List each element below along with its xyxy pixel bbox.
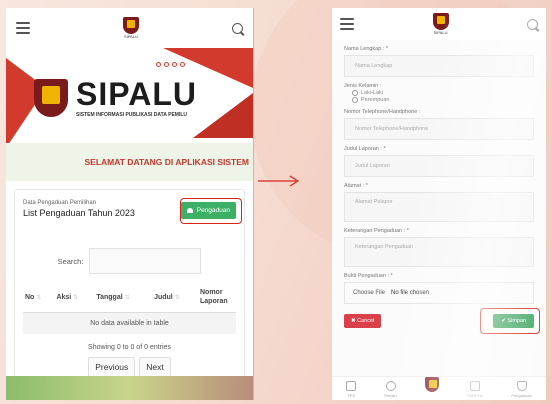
menu-icon[interactable] [16,22,30,34]
pagination: Previous Next [23,357,236,377]
box-icon [346,381,357,391]
description-textarea[interactable]: Keterangan Pengaduan [344,237,534,267]
shield-logo-icon [123,17,139,34]
col-nomor-laporan[interactable]: Nomor Laporan [198,282,236,313]
table-row: No data available in table [23,312,236,334]
search-icon[interactable] [527,18,538,30]
table-header-row: No ⇅ Aksi ⇅ Tanggal ⇅ Judul ⇅ Nomor Laporan [23,282,236,313]
address-label: Alamat : * [344,183,368,189]
col-tanggal[interactable]: Tanggal ⇅ [94,282,153,313]
evidence-label: Bukti Pengaduan : * [344,273,393,279]
building-icon [470,381,481,391]
highlight-box [180,198,242,224]
report-title-input[interactable]: Judul Laporan [344,155,534,177]
decor-dots [156,62,185,67]
name-input[interactable]: Nama Lengkap [344,55,534,77]
complaint-table: No ⇅ Aksi ⇅ Tanggal ⇅ Judul ⇅ Nomor Laporan … [23,282,236,334]
report-title-label: Judul Laporan : * [344,146,386,152]
shield-logo-icon [432,13,449,30]
shield-icon [34,79,68,117]
nav-item-tps[interactable]: TPS [346,381,357,398]
nav-item-pemilu[interactable]: Pemilu [384,381,397,398]
previous-button[interactable]: Previous [88,357,136,377]
phone-screen-form: SIPALU Nama Lengkap : * Nama Lengkap Jen… [332,8,546,400]
welcome-banner: SELAMAT DATANG DI APLIKASI SISTEM [6,143,253,181]
description-label: Keterangan Pengaduan : * [344,228,409,234]
file-status: No file chosen [391,290,430,296]
table-info: Showing 0 to 0 of 0 entries [88,344,171,351]
welcome-text: SELAMAT DATANG DI APLIKASI SISTEM [84,157,250,167]
top-bar: SIPALU [332,8,546,40]
empty-table-message: No data available in table [23,312,236,334]
logo-text: SIPALU [433,30,448,35]
evidence-file-input[interactable]: Choose File No file chosen [344,282,534,304]
gender-label: Jenis Kelamin : [344,83,382,89]
phone-screen-list: SIPALU SIPALU SISTEM INFORMASI PUBLIKASI… [6,8,254,400]
phone-label: Nomor Telephone/Handphone : [344,109,421,115]
brand-title: SIPALU [76,76,197,112]
table-search: Search: [23,248,236,274]
logo-text: SIPALU [124,34,138,39]
nav-item-parpol[interactable]: PARPOL [467,381,483,398]
top-bar: SIPALU [6,8,253,48]
table-search-input[interactable] [89,248,202,274]
complaint-form: Nama Lengkap : * Nama Lengkap Jenis Kela… [332,46,546,334]
gender-radio-female[interactable]: Perempuan [352,97,534,103]
app-logo: SIPALU [123,17,139,39]
brand-logo: SIPALU SISTEM INFORMASI PUBLIKASI DATA P… [34,78,197,118]
menu-icon[interactable] [340,18,354,30]
complaint-list-card: Data Pengaduan Pemilihan List Pengaduan … [14,189,245,379]
highlight-box [480,308,540,334]
search-label: Search: [57,256,84,266]
app-logo: SIPALU [432,13,449,35]
hero-banner: SIPALU SISTEM INFORMASI PUBLIKASI DATA P… [6,48,253,143]
gender-radio-male[interactable]: Laki-Laki [352,90,534,96]
phone-input[interactable]: Nomor Telephone/Handphone [344,118,534,140]
name-label: Nama Lengkap : * [344,46,389,52]
search-icon[interactable] [232,22,243,34]
user-icon [385,381,396,391]
form-actions: ✖ Cancel ✔ Simpan [344,308,540,334]
col-no[interactable]: No ⇅ [23,282,55,313]
nav-item-pengaduan[interactable]: Pengaduan [511,381,532,398]
col-aksi[interactable]: Aksi ⇅ [54,282,95,313]
shield-icon [516,381,527,391]
choose-file-button[interactable]: Choose File [353,290,385,296]
arrow-right-icon [258,175,300,187]
col-judul[interactable]: Judul ⇅ [152,282,198,313]
bottom-nav: TPS Pemilu PARPOL Pengaduan [332,376,546,400]
cancel-button[interactable]: ✖ Cancel [344,314,382,328]
footer-image [6,376,253,400]
shield-logo-icon [424,377,439,392]
next-button[interactable]: Next [139,357,171,377]
brand-subtitle: SISTEM INFORMASI PUBLIKASI DATA PEMILU [76,112,188,118]
address-textarea[interactable]: Alamat Pelapor [344,192,534,222]
nav-item-home[interactable] [424,377,439,392]
